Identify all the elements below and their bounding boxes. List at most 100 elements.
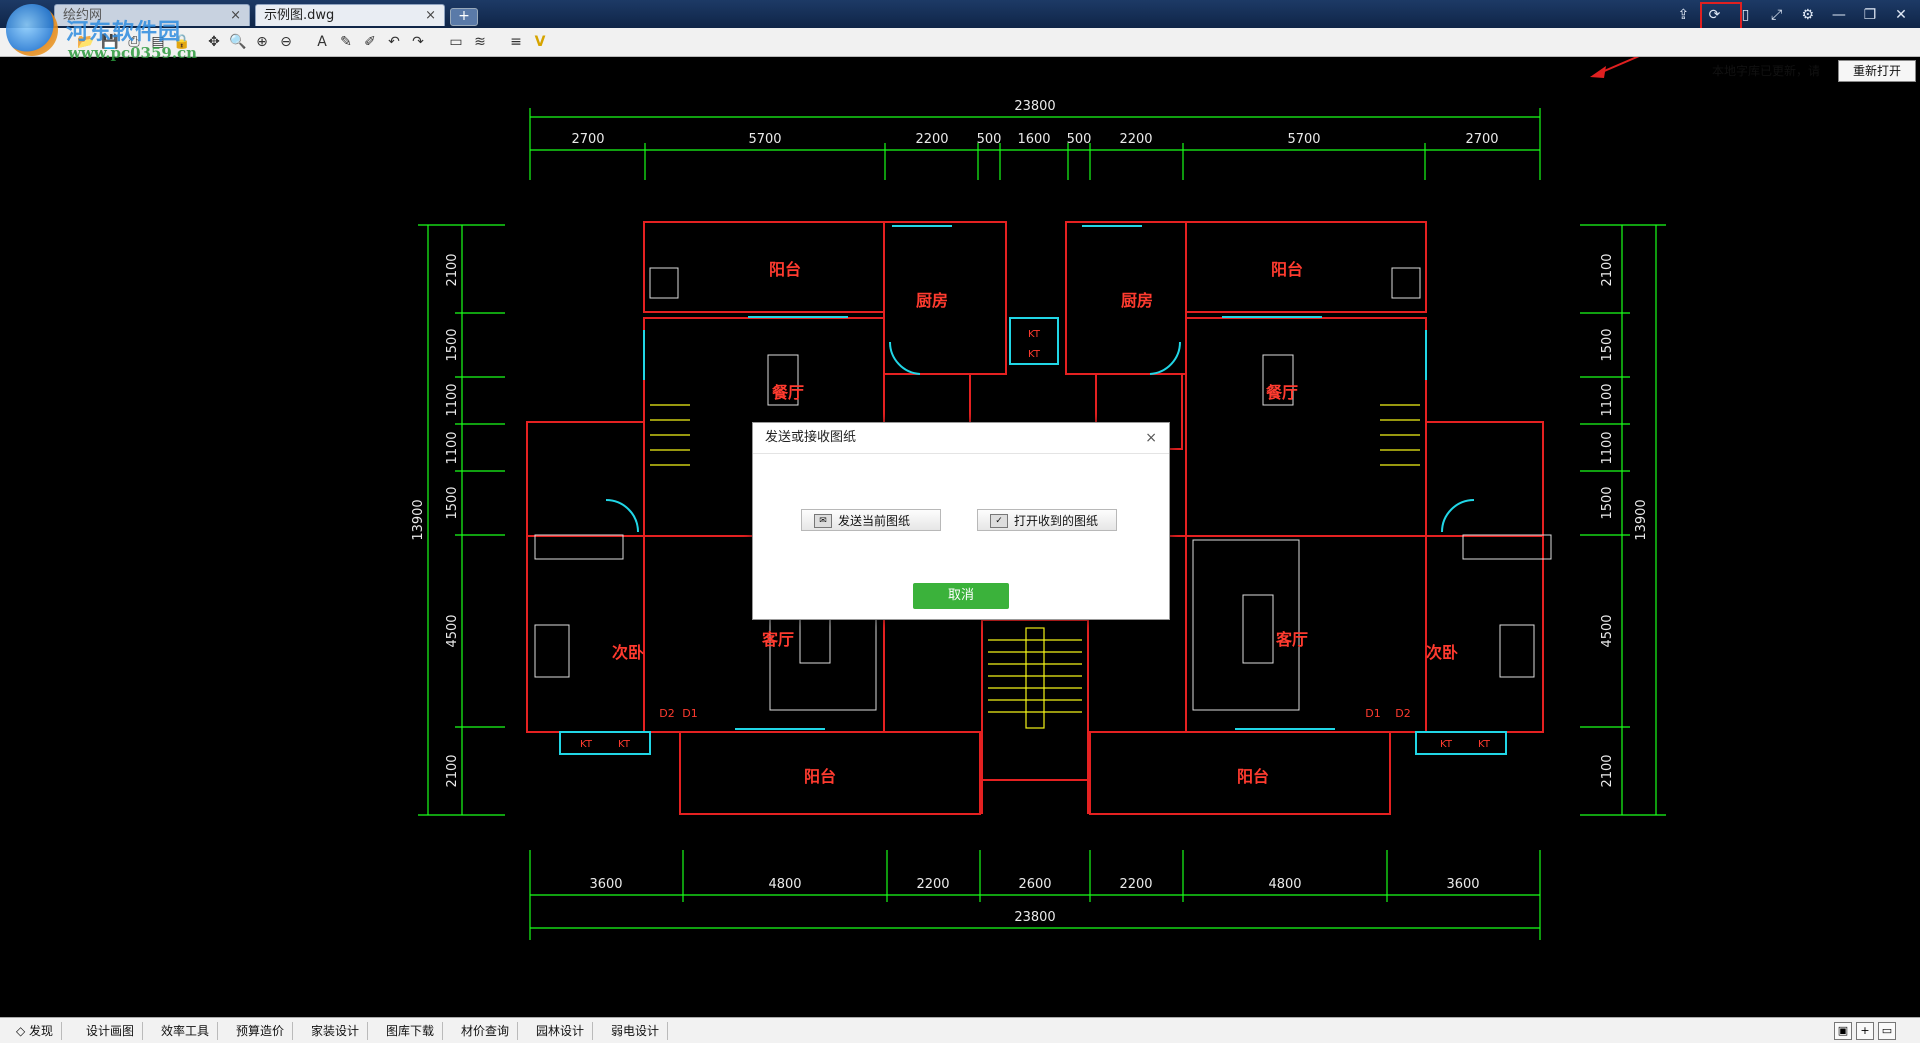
room-label-balcony: 阳台 xyxy=(804,767,836,786)
tab-budget[interactable]: 预算造价 xyxy=(228,1022,294,1040)
crosshair-icon[interactable]: + xyxy=(1856,1022,1874,1040)
room-label-kitchen: 厨房 xyxy=(1121,291,1153,310)
top-dim: 2200 xyxy=(1119,132,1152,147)
top-dim: 1600 xyxy=(1017,132,1050,147)
left-dim: 1100 xyxy=(445,383,460,416)
bottom-tab-bar: ◇ 发现 设计画图 效率工具 预算造价 家装设计 图库下载 材价查询 园林设计 … xyxy=(0,1017,1920,1043)
top-dim: 5700 xyxy=(748,132,781,147)
measure-icon[interactable]: ▭ xyxy=(446,32,466,52)
layout-icon[interactable]: ▭ xyxy=(1878,1022,1896,1040)
right-dimensions xyxy=(1580,224,1666,816)
room-label-living: 客厅 xyxy=(1276,630,1308,649)
tab-material-price[interactable]: 材价查询 xyxy=(453,1022,519,1040)
room-label-balcony: 阳台 xyxy=(1237,767,1269,786)
open-received-button[interactable]: ✓ 打开收到的图纸 xyxy=(977,509,1117,531)
left-dim: 4500 xyxy=(445,614,460,647)
tab-garden-design[interactable]: 园林设计 xyxy=(528,1022,594,1040)
room-label-bedroom: 次卧 xyxy=(1426,643,1458,662)
room-label-kitchen: 厨房 xyxy=(916,291,948,310)
add-tab-button[interactable]: + xyxy=(450,8,478,26)
kt-tag: KT xyxy=(1028,329,1041,340)
bottom-dimensions xyxy=(529,850,1541,940)
bottom-dim: 2600 xyxy=(1018,877,1051,892)
top-dim: 500 xyxy=(977,132,1002,147)
pencil-icon[interactable]: ✎ xyxy=(336,32,356,52)
close-icon[interactable]: × xyxy=(230,5,241,27)
left-total-dim: 13900 xyxy=(411,499,426,540)
send-drawing-label: 发送当前图纸 xyxy=(838,514,911,528)
text-icon[interactable]: A xyxy=(312,32,332,52)
tab-file-label: 示例图.dwg xyxy=(264,8,335,23)
undo-icon[interactable]: ↶ xyxy=(384,32,404,52)
bottom-dim: 3600 xyxy=(589,877,622,892)
bottom-total-dim: 23800 xyxy=(1014,910,1055,925)
door-tag-d2: D2 xyxy=(659,707,674,720)
top-dim: 2200 xyxy=(915,132,948,147)
kt-tag: KT xyxy=(1028,349,1041,360)
pan-icon[interactable]: ✥ xyxy=(204,32,224,52)
annotation-arrow-head xyxy=(1590,66,1606,78)
bottom-dim: 2200 xyxy=(916,877,949,892)
send-receive-dialog: 发送或接收图纸 × ✉ 发送当前图纸 ✓ 打开收到的图纸 取消 xyxy=(752,422,1170,620)
hatch-icon[interactable]: ≋ xyxy=(470,32,490,52)
open-received-label: 打开收到的图纸 xyxy=(1014,514,1099,528)
tab-design-draw[interactable]: 设计画图 xyxy=(78,1022,144,1040)
tab-file[interactable]: 示例图.dwg × xyxy=(255,4,445,26)
dialog-header: 发送或接收图纸 × xyxy=(753,423,1169,454)
door-tag-d2: D2 xyxy=(1395,707,1410,720)
toolbar: 📂 💾 ⎙ ▤ 🔒 ✥ 🔍 ⊕ ⊖ A ✎ ✐ ↶ ↷ ▭ ≋ ≡ V 本地字库… xyxy=(0,28,1920,82)
right-dim: 1500 xyxy=(1600,328,1615,361)
bottom-dim: 2200 xyxy=(1119,877,1152,892)
send-drawing-button[interactable]: ✉ 发送当前图纸 xyxy=(801,509,941,531)
room-label-balcony: 阳台 xyxy=(769,260,801,279)
share-icon[interactable]: ⇪ xyxy=(1672,5,1694,25)
top-dim: 2700 xyxy=(1465,132,1498,147)
tab-discover-label: 发现 xyxy=(29,1024,54,1038)
inbox-icon: ✓ xyxy=(990,514,1008,528)
kt-tag: KT xyxy=(618,739,631,750)
restore-button[interactable]: ❐ xyxy=(1859,5,1881,25)
room-label-bedroom: 次卧 xyxy=(612,643,644,662)
bottom-dim: 3600 xyxy=(1446,877,1479,892)
layers-icon[interactable]: ≡ xyxy=(506,32,526,52)
door-tag-d1: D1 xyxy=(682,707,697,720)
right-dim: 1100 xyxy=(1600,383,1615,416)
mail-icon: ✉ xyxy=(814,514,832,528)
room-label-dining: 餐厅 xyxy=(1265,383,1298,402)
kt-tag: KT xyxy=(580,739,593,750)
right-dim: 1500 xyxy=(1600,486,1615,519)
tab-home-design[interactable]: 家装设计 xyxy=(303,1022,369,1040)
dialog-title: 发送或接收图纸 xyxy=(765,430,857,445)
room-label-dining: 餐厅 xyxy=(771,383,804,402)
close-icon[interactable]: × xyxy=(425,5,436,27)
tab-discover[interactable]: ◇ 发现 xyxy=(8,1022,63,1040)
gear-icon[interactable]: ⚙ xyxy=(1797,5,1819,25)
fullscreen-icon[interactable]: ⤢ xyxy=(1766,5,1788,25)
tab-efficiency-tools[interactable]: 效率工具 xyxy=(153,1022,219,1040)
model-space-icon[interactable]: ▣ xyxy=(1834,1022,1852,1040)
annotation-arrow-line xyxy=(1594,57,1640,76)
top-total-dim: 23800 xyxy=(1014,99,1055,114)
vip-icon[interactable]: V xyxy=(530,32,550,52)
zoom-icon[interactable]: 🔍 xyxy=(228,32,248,52)
watermark-name: 河东软件园 xyxy=(66,20,182,45)
tab-low-voltage[interactable]: 弱电设计 xyxy=(603,1022,669,1040)
redo-icon[interactable]: ↷ xyxy=(408,32,428,52)
tab-library-download[interactable]: 图库下载 xyxy=(378,1022,444,1040)
right-dim: 4500 xyxy=(1600,614,1615,647)
close-window-button[interactable]: ✕ xyxy=(1890,5,1912,25)
door-tag-d1: D1 xyxy=(1365,707,1380,720)
zoom-extent-icon[interactable]: ⊖ xyxy=(276,32,296,52)
stairwell xyxy=(981,619,1089,814)
cancel-button[interactable]: 取消 xyxy=(913,583,1009,609)
left-dimensions xyxy=(418,224,505,816)
zoom-window-icon[interactable]: ⊕ xyxy=(252,32,272,52)
title-bar: 绘约网 × 示例图.dwg × + ⇪ ⟳ ▯ ⤢ ⚙ — ❐ ✕ xyxy=(0,0,1920,28)
close-icon[interactable]: × xyxy=(1145,423,1157,453)
left-dim: 2100 xyxy=(445,754,460,787)
minimize-button[interactable]: — xyxy=(1828,5,1850,25)
bottom-dim: 4800 xyxy=(1268,877,1301,892)
left-dim: 2100 xyxy=(445,253,460,286)
bottom-dim: 4800 xyxy=(768,877,801,892)
brush-icon[interactable]: ✐ xyxy=(360,32,380,52)
